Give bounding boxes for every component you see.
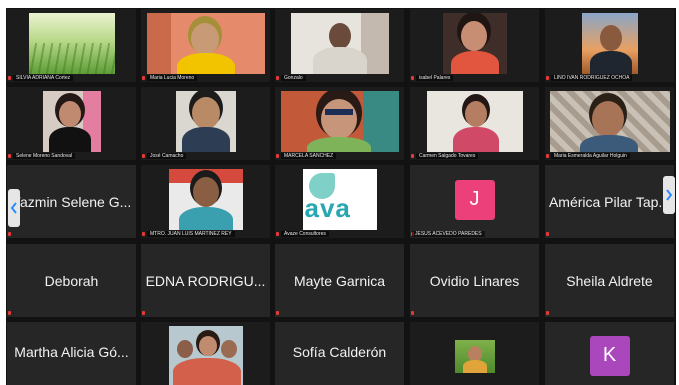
participant-name-label: Maria Esmeralda Aguilar Holguin <box>551 153 630 159</box>
participant-tile-sofia[interactable]: Sofía Calderón <box>275 322 404 385</box>
participant-tile-outdoor-video[interactable] <box>410 322 539 385</box>
participant-tile-silvia[interactable]: SILVIA ADRIANA Cortez <box>7 9 136 82</box>
chevron-right-icon <box>666 189 673 201</box>
mic-muted-icon <box>8 76 11 80</box>
video-feed: ava <box>302 169 377 230</box>
participant-name-label: Carmen Salgado Tovares <box>416 153 479 159</box>
participant-tile-avaze[interactable]: ava Avaze Consultores <box>275 165 404 238</box>
mic-muted-icon <box>8 232 11 236</box>
participant-name-label: Selene Moreno Sandoval <box>13 153 76 159</box>
video-feed <box>280 91 399 152</box>
video-feed <box>175 91 236 152</box>
video-feed <box>426 91 523 152</box>
participant-tile-lino-ivan[interactable]: LINO IVAN RODRIGUEZ OCHOA <box>545 9 674 82</box>
video-feed <box>168 326 243 385</box>
participant-name-label: SILVIA ADRIANA Cortez <box>13 75 74 81</box>
participant-tile-marcela[interactable]: MARCELA SANCHEZ <box>275 87 404 160</box>
participant-tile-gonzalo[interactable]: Gonzalo <box>275 9 404 82</box>
participant-tile-selene[interactable]: Selene Moreno Sandoval <box>7 87 136 160</box>
mic-muted-icon <box>546 311 549 315</box>
participant-tile-martha[interactable]: Martha Alicia Gó... <box>7 322 136 385</box>
participant-tile-america[interactable]: América Pilar Tap... <box>545 165 674 238</box>
participant-tile-edna[interactable]: EDNA RODRIGU... <box>141 244 270 317</box>
participant-name-label: Maria Lucia Moreno <box>147 75 198 81</box>
mic-muted-icon <box>142 76 145 80</box>
participant-name: Deborah <box>44 272 99 289</box>
participant-tile-deborah[interactable]: Deborah <box>7 244 136 317</box>
mic-muted-icon <box>546 154 549 158</box>
participant-name: América Pilar Tap... <box>548 193 671 210</box>
mic-muted-icon <box>8 154 11 158</box>
mic-muted-icon <box>546 232 549 236</box>
participant-tile-jose[interactable]: José Camacho <box>141 87 270 160</box>
participant-tile-group-video[interactable] <box>141 322 270 385</box>
video-feed <box>28 13 115 74</box>
participant-tile-jesus[interactable]: J JESUS ACEVEDO PAREDES <box>410 165 539 238</box>
mic-muted-icon <box>276 154 279 158</box>
video-feed <box>168 169 243 230</box>
video-feed <box>42 91 101 152</box>
mic-muted-icon <box>411 311 414 315</box>
avatar: K <box>589 335 630 376</box>
avatar: J <box>454 179 495 220</box>
participant-tile-juan-luis[interactable]: MTRO. JUAN LUIS MARTINEZ REY <box>141 165 270 238</box>
mic-muted-icon <box>8 311 11 315</box>
video-feed <box>581 13 638 74</box>
participant-tile-yazmin[interactable]: Yazmin Selene G... <box>7 165 136 238</box>
participant-tile-k[interactable]: K <box>545 322 674 385</box>
participant-name: Sofía Calderón <box>292 343 387 360</box>
video-feed <box>146 13 265 74</box>
mic-muted-icon <box>276 311 279 315</box>
company-logo: ava <box>304 193 351 223</box>
participant-name: Mayte Garnica <box>293 272 386 289</box>
participant-name: Sheila Aldrete <box>566 272 653 289</box>
participant-name-label: José Camacho <box>147 153 187 159</box>
participant-name-label: isabel Palares <box>416 75 454 81</box>
mic-muted-icon <box>276 232 279 236</box>
participant-tile-ovidio[interactable]: Ovidio Linares <box>410 244 539 317</box>
mic-muted-icon <box>411 154 414 158</box>
video-feed <box>442 13 507 74</box>
participant-tile-sheila[interactable]: Sheila Aldrete <box>545 244 674 317</box>
participant-tile-isabel[interactable]: isabel Palares <box>410 9 539 82</box>
mic-muted-icon <box>411 76 414 80</box>
participant-name: Martha Alicia Gó... <box>14 343 129 360</box>
video-feed <box>549 91 670 152</box>
participant-tile-maria-lucia[interactable]: Maria Lucia Moreno <box>141 9 270 82</box>
participant-name-label: Gonzalo <box>281 75 306 81</box>
mic-muted-icon <box>142 311 145 315</box>
participant-name: Yazmin Selene G... <box>11 193 132 210</box>
participant-tile-carmen[interactable]: Carmen Salgado Tovares <box>410 87 539 160</box>
participant-name-label: LINO IVAN RODRIGUEZ OCHOA <box>551 75 633 81</box>
participant-gallery-grid: SILVIA ADRIANA Cortez Maria Lucia Moreno… <box>6 8 676 385</box>
participant-name: Ovidio Linares <box>429 272 520 289</box>
mic-muted-icon <box>276 76 279 80</box>
participant-tile-mayte[interactable]: Mayte Garnica <box>275 244 404 317</box>
participant-tile-maria-esmeralda[interactable]: Maria Esmeralda Aguilar Holguin <box>545 87 674 160</box>
video-feed <box>290 13 389 74</box>
chevron-left-icon <box>10 202 17 214</box>
participant-name-label: Avaze Consultores <box>281 231 329 237</box>
participant-name: EDNA RODRIGU... <box>145 272 266 289</box>
mic-muted-icon <box>142 154 145 158</box>
mic-muted-icon <box>142 232 145 236</box>
mic-muted-icon <box>546 76 549 80</box>
participant-name-label: JESUS ACEVEDO PAREDES <box>412 231 485 237</box>
previous-page-button[interactable] <box>8 189 20 227</box>
video-feed <box>454 340 495 373</box>
participant-name-label: MTRO. JUAN LUIS MARTINEZ REY <box>147 231 235 237</box>
next-page-button[interactable] <box>663 176 675 214</box>
participant-name-label: MARCELA SANCHEZ <box>281 153 337 159</box>
